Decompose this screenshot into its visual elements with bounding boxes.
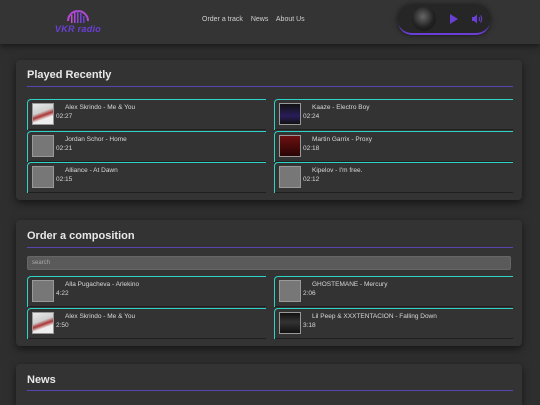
track-time: 2:50: [56, 322, 69, 329]
track-time: 02:15: [56, 176, 73, 183]
audio-player: [398, 5, 490, 35]
track-cover: [279, 312, 301, 334]
order-track-item[interactable]: Alla Pugacheva - Arlekino 4:22: [27, 276, 266, 307]
track-time: 02:27: [56, 113, 73, 120]
track-cover: [32, 103, 54, 125]
section-title: Order a composition: [27, 230, 135, 242]
section-title: News: [27, 374, 56, 386]
track-cover: [32, 280, 54, 302]
track-cover: [279, 166, 301, 188]
logo-text: VKR radio: [54, 24, 102, 34]
nav-about-us[interactable]: About Us: [276, 16, 305, 23]
track-title: Alex Skrindo - Me & You: [65, 104, 136, 111]
track-time: 02:12: [303, 176, 320, 183]
section-divider: [27, 86, 513, 87]
track-item[interactable]: Alliance - At Dawn 02:15: [27, 162, 266, 193]
track-time: 02:21: [56, 145, 73, 152]
order-composition-section: Order a composition search Alla Pugachev…: [16, 220, 522, 346]
played-recently-section: Played Recently Alex Skrindo - Me & You …: [16, 60, 522, 200]
track-item[interactable]: Kipelov - I'm free. 02:12: [274, 162, 513, 193]
track-cover: [32, 135, 54, 157]
order-track-item[interactable]: GHOSTEMANE - Mercury 2:06: [274, 276, 513, 307]
track-title: Alliance - At Dawn: [65, 167, 118, 174]
track-item[interactable]: Martin Garrix - Proxy 02:18: [274, 131, 513, 162]
search-input[interactable]: search: [27, 256, 511, 270]
nav-order-track[interactable]: Order a track: [202, 16, 243, 23]
track-title: GHOSTEMANE - Mercury: [312, 281, 388, 288]
track-title: Jordan Schor - Home: [65, 136, 127, 143]
sound-wave-icon: [67, 10, 89, 23]
news-section: News: [16, 364, 522, 405]
track-cover: [32, 312, 54, 334]
order-track-item[interactable]: Lil Peep & XXXTENTACION - Falling Down 3…: [274, 308, 513, 339]
track-cover: [279, 280, 301, 302]
header-bar: VKR radio Order a track News About Us: [0, 0, 540, 44]
section-divider: [27, 247, 513, 248]
track-title: Lil Peep & XXXTENTACION - Falling Down: [312, 313, 437, 320]
track-title: Martin Garrix - Proxy: [312, 136, 372, 143]
track-title: Kaaze - Electro Boy: [312, 104, 370, 111]
main-nav: Order a track News About Us: [202, 16, 311, 23]
track-item[interactable]: Kaaze - Electro Boy 02:24: [274, 99, 513, 130]
order-track-item[interactable]: Alex Skrindo - Me & You 2:50: [27, 308, 266, 339]
track-title: Kipelov - I'm free.: [312, 167, 363, 174]
track-time: 02:18: [303, 145, 320, 152]
track-cover: [279, 135, 301, 157]
track-cover: [279, 103, 301, 125]
track-cover: [32, 166, 54, 188]
track-title: Alla Pugacheva - Arlekino: [65, 281, 140, 288]
now-playing-cover: [412, 7, 436, 31]
play-icon[interactable]: [450, 14, 458, 24]
track-title: Alex Skrindo - Me & You: [65, 313, 136, 320]
track-item[interactable]: Alex Skrindo - Me & You 02:27: [27, 99, 266, 130]
section-title: Played Recently: [27, 69, 112, 81]
track-time: 4:22: [56, 290, 69, 297]
track-item[interactable]: Jordan Schor - Home 02:21: [27, 131, 266, 162]
track-time: 3:18: [303, 322, 316, 329]
section-divider: [27, 390, 513, 391]
nav-news[interactable]: News: [251, 16, 269, 23]
track-time: 2:06: [303, 290, 316, 297]
logo[interactable]: VKR radio: [46, 7, 110, 35]
track-time: 02:24: [303, 113, 320, 120]
volume-icon[interactable]: [471, 13, 483, 25]
